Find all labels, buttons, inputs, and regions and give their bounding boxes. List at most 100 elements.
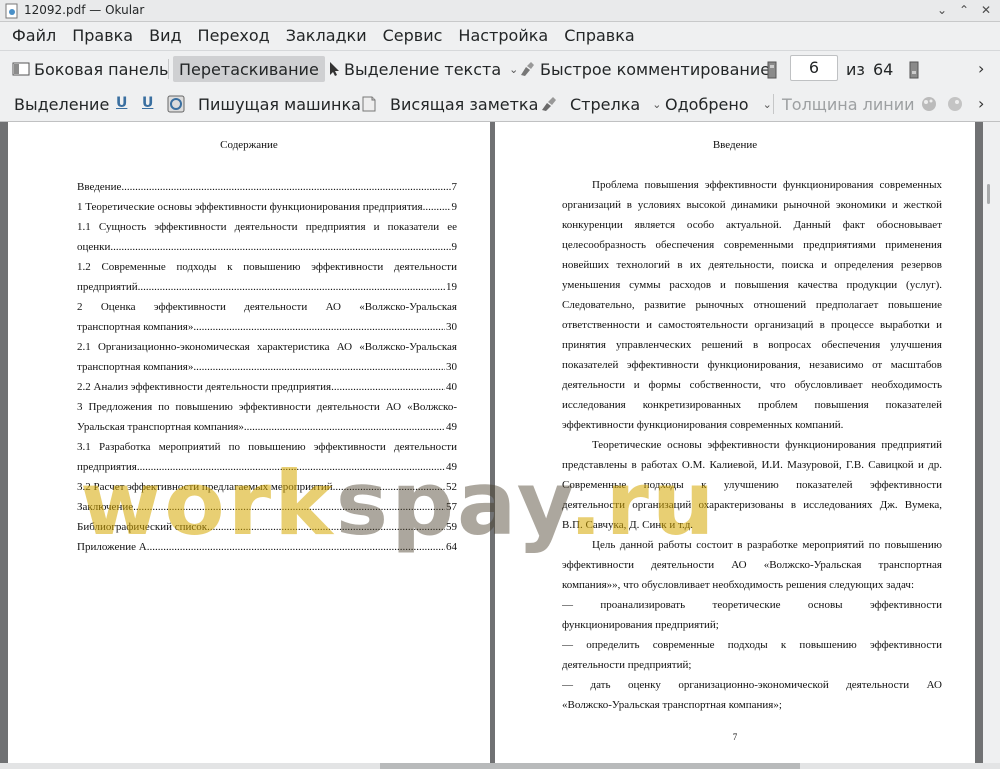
toc-entry[interactable]: предприятий 19 — [77, 277, 457, 297]
toc-entry[interactable]: Приложение А 64 — [77, 537, 457, 557]
menu-go[interactable]: Переход — [190, 24, 278, 48]
horizontal-scrollbar[interactable] — [0, 763, 1000, 769]
toc-entry-title: транспортная компания» — [77, 361, 194, 373]
toc-dot-leader — [207, 517, 445, 537]
toolbar-overflow-icon[interactable]: › — [978, 94, 984, 113]
text-line: деятельности и формы собственности, что … — [562, 379, 942, 391]
window-titlebar: 12092.pdf — Okular ⌄ ⌃ ✕ — [0, 0, 1000, 22]
page-number: 7 — [732, 732, 738, 742]
note-tool-button[interactable]: Висящая заметка — [362, 91, 538, 117]
toc-page-number: 9 — [451, 241, 458, 253]
text-line: деятельности предприятий; — [562, 659, 692, 671]
menu-edit[interactable]: Правка — [64, 24, 141, 48]
menu-tools[interactable]: Сервис — [375, 24, 451, 48]
previous-page-icon[interactable] — [766, 61, 778, 79]
toc-dot-leader — [138, 277, 445, 297]
toc-page-number: 49 — [446, 461, 457, 473]
toc-entry[interactable]: Библиографический список 59 — [77, 517, 457, 537]
selection-tool-button[interactable]: Выделение — [14, 91, 109, 117]
menu-settings[interactable]: Настройка — [450, 24, 556, 48]
toc-entry[interactable]: 2.2 Анализ эффективности деятельности пр… — [77, 377, 457, 397]
toc-entry-line[interactable]: 2.1 Организационно-экономическая характе… — [77, 337, 457, 357]
toc-entry[interactable]: транспортная компания» 30 — [77, 357, 457, 377]
arrow-tool-button[interactable]: Стрелка ⌄ — [540, 91, 661, 117]
maximize-icon[interactable]: ⌃ — [956, 2, 972, 18]
toc-entry[interactable]: оценки 9 — [77, 237, 457, 257]
menu-file[interactable]: Файл — [4, 24, 64, 48]
vertical-scrollbar[interactable] — [983, 122, 1000, 763]
page-number-input[interactable]: 6 — [790, 55, 838, 81]
typewriter-tool-button[interactable]: Пишущая машинка — [198, 91, 361, 117]
squiggly-icon[interactable]: U — [142, 95, 153, 111]
toc-page-number: 19 — [446, 281, 457, 293]
toc-entry-title: оценки — [77, 241, 111, 253]
toc-entry-title: предприятий — [77, 281, 138, 293]
toc-entry[interactable]: Уральская транспортная компания» 49 — [77, 417, 457, 437]
text-line: уменьшения суммы расходов и повышения ка… — [562, 279, 942, 291]
toc-entry[interactable]: Введение 7 — [77, 177, 457, 197]
text-line: Проблема повышения эффективности функцио… — [592, 179, 942, 191]
chevron-down-icon[interactable]: ⌄ — [509, 63, 518, 76]
pdf-page-contents: Содержание Введение 7 1 Теоретические осно… — [8, 122, 490, 763]
toc-page-number: 40 — [446, 381, 457, 393]
text-select-tool-label: Выделение текста — [344, 59, 502, 79]
toc-dot-leader — [133, 497, 445, 517]
menu-bookmarks[interactable]: Закладки — [278, 24, 375, 48]
stamp-icon[interactable] — [167, 95, 185, 113]
toc-page-number: 7 — [451, 181, 458, 193]
toc-page-number: 49 — [446, 421, 457, 433]
main-toolbar: Боковая панель Перетаскивание Выделение … — [0, 51, 1000, 87]
toc-entry-line[interactable]: 2 Оценка эффективности деятельности АО «… — [77, 297, 457, 317]
text-line: компания»», что обусловливает необходимо… — [562, 579, 915, 591]
vertical-scrollbar-thumb[interactable] — [987, 184, 990, 204]
toc-page-number: 57 — [446, 501, 457, 513]
text-line: Теоретические основы эффективности функц… — [592, 439, 942, 451]
line-width-control[interactable]: Толщина линии — [782, 91, 915, 117]
toc-entry-title: Введение — [77, 181, 122, 193]
toc-entry-line[interactable]: 1.1 Сущность эффективности деятельности … — [77, 217, 457, 237]
underline-icon[interactable]: U — [116, 95, 127, 111]
toc-dot-leader — [121, 177, 450, 197]
note-icon — [362, 96, 376, 112]
horizontal-scrollbar-thumb[interactable] — [380, 763, 800, 769]
toc-entry[interactable]: 1 Теоретические основы эффективности фун… — [77, 197, 457, 217]
chevron-down-icon[interactable]: ⌄ — [763, 98, 772, 111]
color-icon[interactable] — [920, 95, 938, 113]
toc-dot-leader — [110, 237, 450, 257]
text-line: показателей эффективности функционирован… — [562, 359, 942, 371]
menu-view[interactable]: Вид — [141, 24, 189, 48]
opacity-icon[interactable] — [946, 95, 964, 113]
window-controls: ⌄ ⌃ ✕ — [934, 2, 994, 18]
browse-tool-button[interactable]: Перетаскивание — [173, 56, 325, 82]
toc-entry-title: 1 Теоретические основы эффективности фун… — [77, 201, 423, 213]
toc-entry-line[interactable]: 3.1 Разработка мероприятий по повышению … — [77, 437, 457, 457]
toc-entry[interactable]: предприятия 49 — [77, 457, 457, 477]
document-viewport[interactable]: Содержание Введение 7 1 Теоретические осно… — [0, 122, 1000, 763]
text-line: — дать оценку организационно-экономическ… — [562, 679, 942, 691]
sidebar-button[interactable]: Боковая панель — [12, 56, 168, 82]
toc-entry-title: 3.2 Расчет эффективности предлагаемых ме… — [77, 481, 333, 493]
stamp-approved-button[interactable]: Одобрено ⌄ — [665, 91, 772, 117]
toc-entry-line[interactable]: 3 Предложения по повышению эффективности… — [77, 397, 457, 417]
note-tool-label: Висящая заметка — [390, 94, 539, 114]
pen-icon — [542, 97, 556, 111]
page-heading: Содержание — [220, 139, 278, 151]
toolbar-overflow-icon[interactable]: › — [978, 59, 984, 78]
close-icon[interactable]: ✕ — [978, 2, 994, 18]
toc-entry-line[interactable]: 1.2 Современные подходы к повышению эффе… — [77, 257, 457, 277]
menu-help[interactable]: Справка — [556, 24, 643, 48]
text-select-tool-button[interactable]: Выделение текста ⌄ — [328, 56, 522, 82]
introduction-text: Проблема повышения эффективности функцио… — [562, 175, 942, 715]
toc-entry[interactable]: транспортная компания» 30 — [77, 317, 457, 337]
text-line: эффективности деятельности АО «Волжско-У… — [562, 559, 942, 571]
text-line: — проанализировать теоретические основы … — [562, 599, 942, 611]
chevron-down-icon[interactable]: ⌄ — [652, 98, 661, 111]
next-page-icon[interactable] — [908, 61, 920, 79]
toc-entry[interactable]: 3.2 Расчет эффективности предлагаемых ме… — [77, 477, 457, 497]
quick-annotations-button[interactable]: Быстрое комментирование — [518, 56, 770, 82]
quick-annotations-label: Быстрое комментирование — [540, 59, 771, 79]
toolbar-separator — [168, 59, 169, 79]
toc-entry[interactable]: Заключение 57 — [77, 497, 457, 517]
text-line: деятельности организаций охарактеризован… — [562, 499, 942, 511]
minimize-icon[interactable]: ⌄ — [934, 2, 950, 18]
